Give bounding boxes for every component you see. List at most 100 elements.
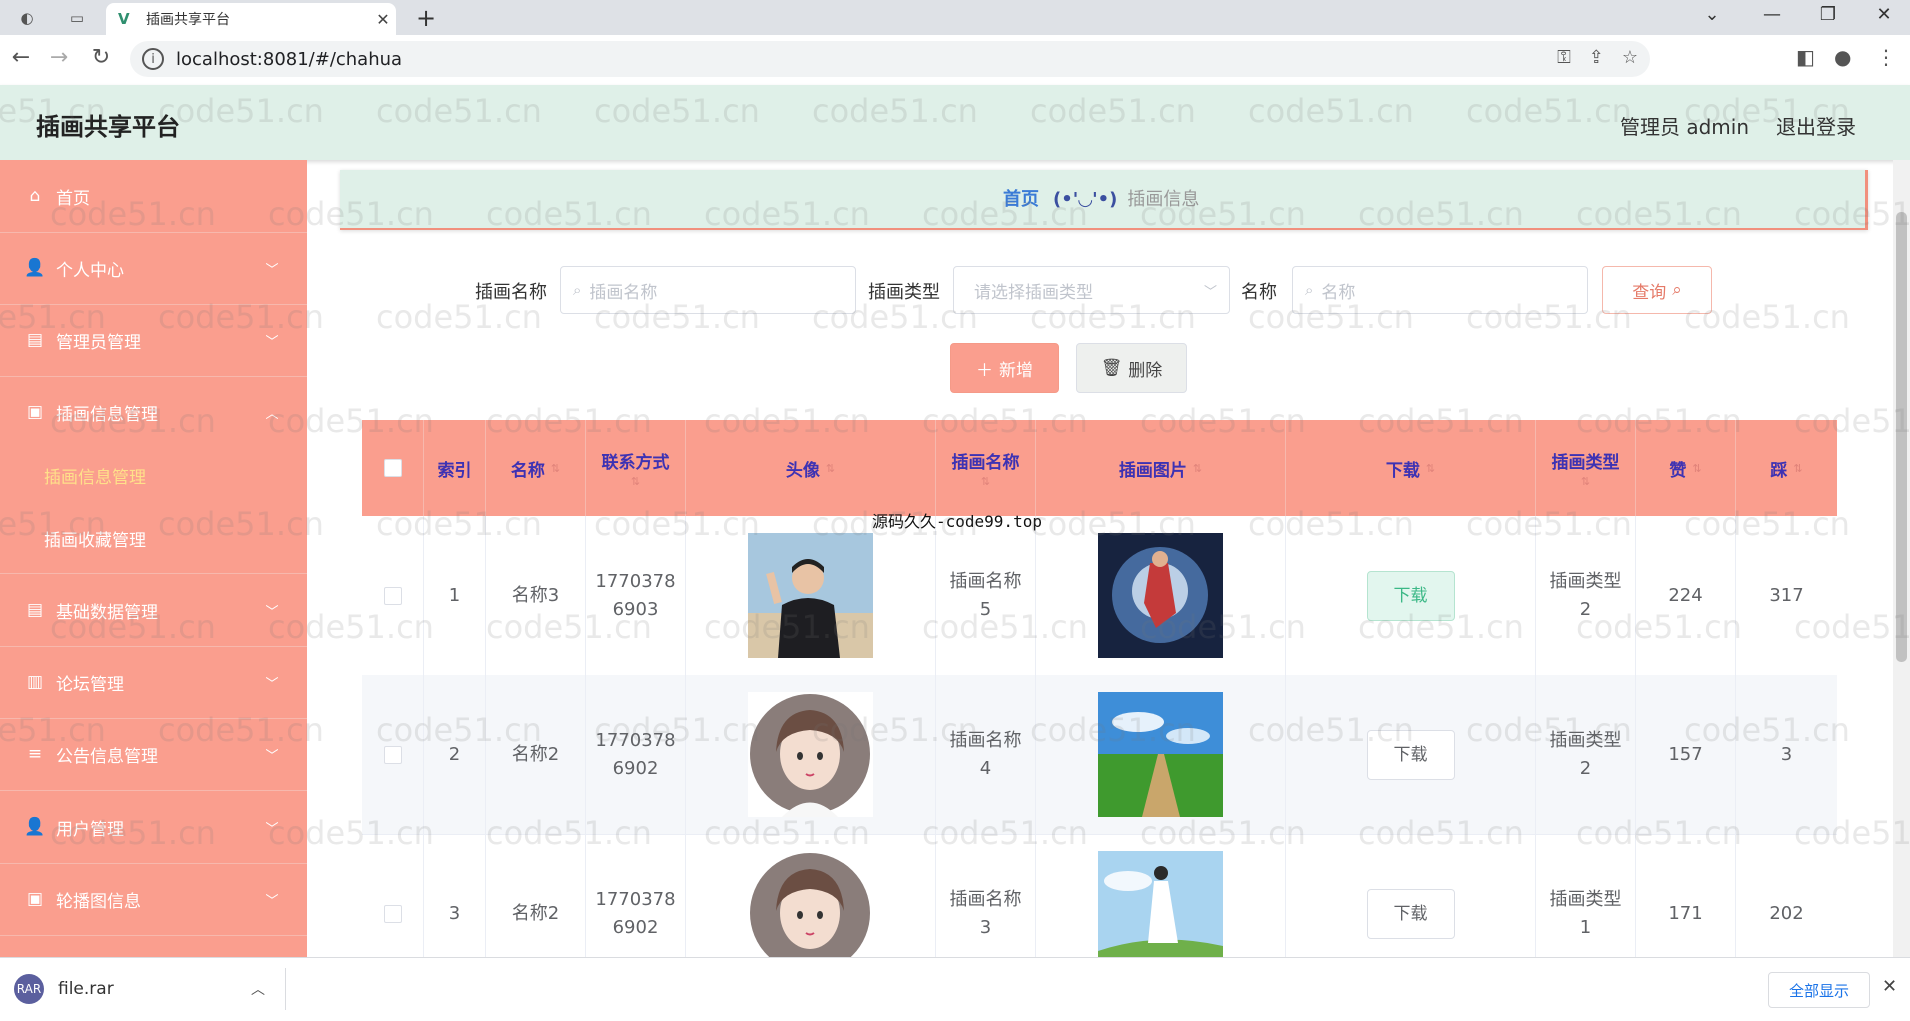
cell-likes: 157 [1636, 675, 1736, 834]
download-bar-close-icon[interactable]: ✕ [1882, 976, 1897, 997]
profile-icon[interactable]: ● [1834, 45, 1851, 69]
site-info-icon[interactable]: i [142, 48, 164, 70]
cell-download: 下载 [1286, 675, 1536, 834]
sort-icon[interactable]: ⇅ [981, 475, 990, 488]
sort-icon[interactable]: ⇅ [826, 462, 835, 475]
breadcrumb-separator: (•'◡'•) [1053, 189, 1118, 210]
url-text: localhost:8081/#/chahua [176, 48, 403, 70]
breadcrumb-home[interactable]: 首页 [1003, 189, 1039, 210]
submenu-item-illustration-favorites[interactable]: 插画收藏管理 [44, 526, 146, 551]
sidebar-item-label: 用户管理 [56, 819, 124, 840]
user-icon: 👤 [24, 817, 46, 837]
back-icon[interactable]: ← [6, 45, 36, 70]
app-title: 插画共享平台 [36, 113, 180, 141]
illustration-image[interactable] [1098, 851, 1223, 957]
tab-icon-2[interactable]: ▭ [62, 5, 92, 31]
sidebar-item-basic-data[interactable]: ▤ 基础数据管理 ﹀ [0, 573, 307, 647]
sidebar-item-forum[interactable]: ▥ 论坛管理 ﹀ [0, 646, 307, 719]
page-scrollbar[interactable] [1893, 160, 1910, 957]
forward-icon[interactable]: → [44, 45, 74, 70]
sort-icon[interactable]: ⇅ [1193, 462, 1202, 475]
chevron-up-icon[interactable]: ︿ [251, 979, 265, 999]
window-close-icon[interactable]: ✕ [1864, 4, 1904, 25]
row-checkbox[interactable] [383, 745, 402, 764]
download-file-name: file.rar [58, 979, 114, 999]
chevron-up-icon: ︿ [265, 406, 279, 422]
row-select[interactable] [362, 834, 424, 957]
illustration-image[interactable] [1098, 692, 1223, 817]
tab-icon-1[interactable]: ◐ [12, 5, 42, 31]
share-icon[interactable]: ⇪ [1589, 47, 1604, 68]
avatar-image[interactable] [748, 533, 873, 658]
reload-icon[interactable]: ↻ [86, 45, 116, 70]
show-all-button[interactable]: 全部显示 [1768, 972, 1870, 1008]
url-field[interactable]: i localhost:8081/#/chahua ⚿ ⇪ ☆ [130, 41, 1650, 77]
download-button[interactable]: 下载 [1366, 570, 1455, 621]
bookmark-star-icon[interactable]: ☆ [1622, 47, 1638, 68]
header-illustration-image[interactable]: 插画图片 ⇅ [1036, 420, 1286, 516]
avatar-image[interactable] [748, 851, 873, 957]
search-title-input[interactable]: ⌕ 名称 [1292, 266, 1588, 314]
download-item[interactable]: RAR file.rar ︿ [10, 968, 286, 1010]
add-button[interactable]: ＋ 新增 [950, 343, 1059, 393]
header-select-all[interactable] [362, 420, 424, 516]
sort-icon[interactable]: ⇅ [1692, 462, 1701, 475]
search-icon: ⌕ [1305, 281, 1314, 299]
sidebar-item-label: 个人中心 [56, 260, 124, 281]
row-select[interactable] [362, 516, 424, 675]
header-likes[interactable]: 赞 ⇅ [1636, 420, 1736, 516]
key-icon[interactable]: ⚿ [1557, 47, 1571, 68]
download-button[interactable]: 下载 [1366, 729, 1455, 780]
submenu-item-illustration-info[interactable]: 插画信息管理 [44, 463, 146, 488]
sidebar-item-carousel[interactable]: ▣ 轮播图信息 ﹀ [0, 863, 307, 936]
header-contact[interactable]: 联系方式 ⇅ [586, 420, 686, 516]
tray-icon: ▤ [26, 330, 44, 350]
sidebar-item-profile[interactable]: 👤 个人中心 ﹀ [0, 232, 307, 305]
row-checkbox[interactable] [383, 904, 402, 923]
new-tab-icon[interactable]: + [416, 4, 436, 32]
select-all-checkbox[interactable] [383, 459, 402, 477]
sort-icon[interactable]: ⇅ [551, 462, 560, 475]
sidebar-item-announcements[interactable]: ≡ 公告信息管理 ﹀ [0, 718, 307, 791]
browser-menu-icon[interactable]: ⋮ [1876, 45, 1896, 69]
tab-close-icon[interactable]: ✕ [370, 10, 396, 29]
breadcrumb: 首页 (•'◡'•) 插画信息 [340, 170, 1868, 230]
sort-icon[interactable]: ⇅ [1426, 462, 1435, 475]
download-button[interactable]: 下载 [1366, 888, 1455, 939]
header-illustration-name[interactable]: 插画名称 ⇅ [936, 420, 1036, 516]
delete-button[interactable]: 🗑 删除 [1076, 343, 1187, 393]
scrollbar-thumb[interactable] [1896, 212, 1907, 662]
search-type-select[interactable]: 请选择插画类型 ﹀ [953, 266, 1230, 314]
row-checkbox[interactable] [383, 586, 402, 605]
sidebar-item-admins[interactable]: ▤ 管理员管理 ﹀ [0, 304, 307, 377]
header-dislikes[interactable]: 踩 ⇅ [1736, 420, 1837, 516]
illustration-image[interactable] [1098, 533, 1223, 658]
header-download[interactable]: 下载 ⇅ [1286, 420, 1536, 516]
download-bar: RAR file.rar ︿ 全部显示 ✕ [0, 957, 1910, 1021]
minimize-icon[interactable]: — [1752, 4, 1792, 25]
header-avatar[interactable]: 头像 ⇅ [686, 420, 936, 516]
sidebar-item-label: 论坛管理 [56, 674, 124, 695]
trash-icon: 🗑 [1100, 358, 1123, 378]
cell-contact: 17703786903 [586, 516, 686, 675]
search-name-input[interactable]: ⌕ 插画名称 [560, 266, 856, 314]
chevron-down-icon: ﹀ [265, 821, 279, 837]
query-button-label: 查询 [1632, 282, 1667, 303]
sidepanel-icon[interactable]: ◧ [1796, 45, 1815, 69]
tab-search-icon[interactable]: ⌄ [1692, 4, 1732, 25]
sidebar-item-users[interactable]: 👤 用户管理 ﹀ [0, 791, 307, 864]
header-illustration-type[interactable]: 插画类型 ⇅ [1536, 420, 1636, 516]
query-button[interactable]: 查询 ⌕ [1602, 266, 1712, 314]
logout-link[interactable]: 退出登录 [1776, 111, 1856, 140]
row-select[interactable] [362, 675, 424, 834]
header-name[interactable]: 名称 ⇅ [486, 420, 586, 516]
sort-icon[interactable]: ⇅ [1793, 462, 1802, 475]
sidebar-item-home[interactable]: ⌂ 首页 [0, 160, 307, 233]
sort-icon[interactable]: ⇅ [1581, 475, 1590, 488]
sort-icon[interactable]: ⇅ [631, 475, 640, 488]
browser-tab-active[interactable]: V 插画共享平台 ✕ [106, 3, 396, 35]
admin-label: 管理员 admin [1620, 115, 1750, 139]
restore-icon[interactable]: ❐ [1808, 4, 1848, 25]
sidebar-item-illustrations[interactable]: ▣ 插画信息管理 ︿ [0, 376, 307, 448]
avatar-image[interactable] [748, 692, 873, 817]
